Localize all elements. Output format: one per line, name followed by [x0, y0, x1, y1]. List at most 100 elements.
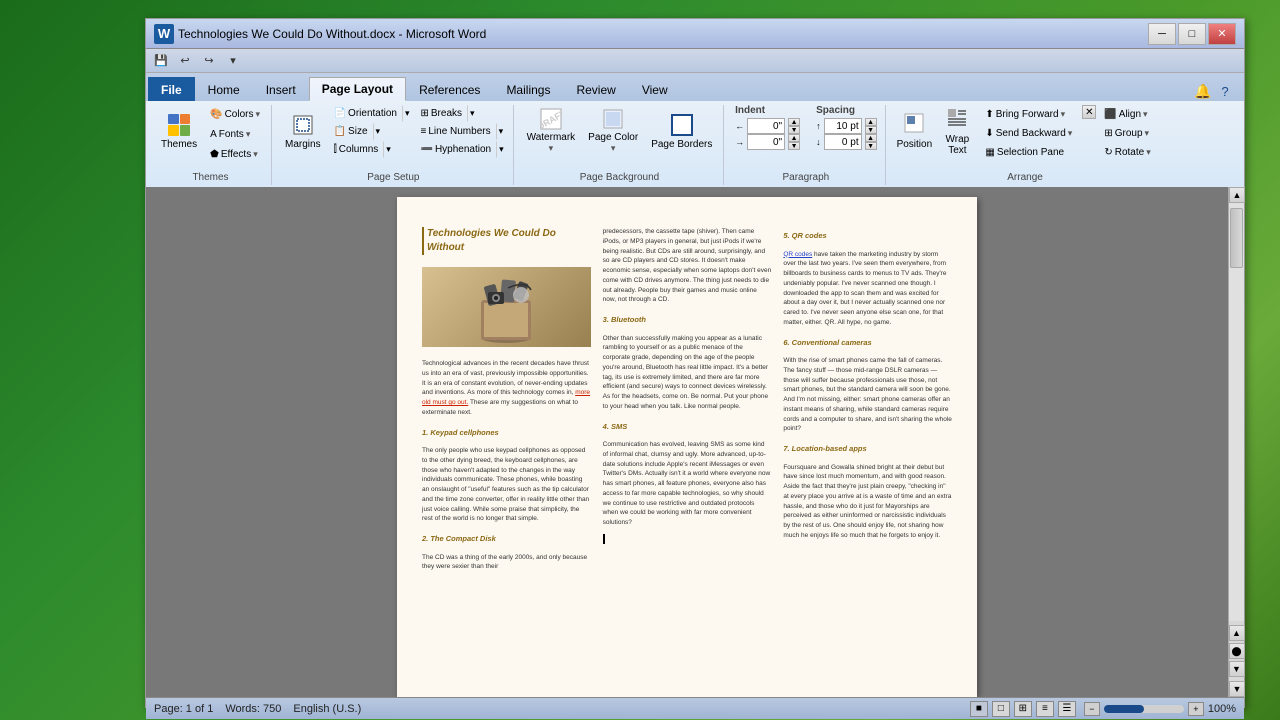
indent-left-input[interactable] [747, 118, 785, 134]
columns-btn-group[interactable]: ⫿ Columns ▾ [329, 141, 413, 158]
redo-qat-button[interactable]: ↪ [198, 51, 220, 71]
orientation-icon: 📄 [334, 108, 346, 119]
line-numbers-button[interactable]: ≡ Line Numbers [416, 123, 496, 140]
send-backward-button[interactable]: ⬇ Send Backward ▾ [980, 124, 1077, 142]
position-button[interactable]: Position [894, 105, 934, 157]
help-button[interactable]: 🔔 [1192, 81, 1214, 101]
section6-text: With the rise of smart phones came the f… [783, 356, 952, 434]
watermark-button[interactable]: DRAFT Watermark ▾ [522, 105, 581, 157]
tab-page-layout[interactable]: Page Layout [309, 77, 406, 101]
draft-btn[interactable]: ☰ [1058, 701, 1076, 717]
line-numbers-btn-group[interactable]: ≡ Line Numbers ▾ [416, 123, 507, 140]
page-setup-group: Margins 📄 Orientation ▾ 📋 Size [274, 105, 514, 185]
full-screen-btn[interactable]: □ [992, 701, 1010, 717]
close-button[interactable]: ✕ [1208, 23, 1236, 45]
intro-text: Technological advances in the recent dec… [422, 359, 591, 418]
spacing-before-icon: ↑ [816, 121, 821, 131]
colors-dropdown-arrow: ▾ [255, 109, 260, 120]
margins-button[interactable]: Margins [280, 105, 326, 157]
spacing-after-input[interactable] [824, 134, 862, 150]
scrollbar-thumb[interactable] [1230, 208, 1243, 268]
arrange-collapse-btn[interactable]: ✕ [1082, 105, 1096, 119]
scrollbar-up-button[interactable]: ▲ [1229, 187, 1245, 203]
save-qat-button[interactable]: 💾 [150, 51, 172, 71]
maximize-button[interactable]: □ [1178, 23, 1206, 45]
columns-dropdown[interactable]: ▾ [383, 141, 394, 158]
scroll-next-page[interactable]: ▼ [1229, 661, 1245, 677]
hyphenation-button[interactable]: ➖ Hyphenation [416, 141, 497, 158]
scroll-prev-page[interactable]: ▲ [1229, 625, 1245, 641]
indent-label: Indent [735, 105, 800, 116]
scrollbar-down-button[interactable]: ▼ [1229, 681, 1245, 697]
tab-references[interactable]: References [406, 77, 493, 101]
indent-right-input[interactable] [747, 134, 785, 150]
hyphenation-btn-group[interactable]: ➖ Hyphenation ▾ [416, 141, 507, 158]
undo-qat-button[interactable]: ↩ [174, 51, 196, 71]
tab-review[interactable]: Review [563, 77, 628, 101]
left-arrow-icon: ← [735, 121, 744, 131]
indent-left-up[interactable]: ▲ [788, 118, 800, 126]
web-layout-btn[interactable]: ⊞ [1014, 701, 1032, 717]
spacing-before-up[interactable]: ▲ [865, 118, 877, 126]
breaks-dropdown[interactable]: ▾ [467, 105, 478, 122]
highlight-more-old: more old must go out. [422, 389, 590, 406]
column-3: 5. QR codes QR codes have taken the mark… [783, 227, 952, 667]
scrollbar-track[interactable] [1229, 203, 1244, 621]
section4-heading: 4. SMS [603, 422, 772, 433]
themes-button[interactable]: Themes [156, 105, 202, 157]
wrap-text-button[interactable]: WrapText [937, 105, 977, 157]
title-bar-controls[interactable]: ─ □ ✕ [1148, 23, 1236, 45]
breaks-btn-group[interactable]: ⊞ Breaks ▾ [416, 105, 507, 122]
indent-left-down[interactable]: ▼ [788, 126, 800, 134]
zoom-in-button[interactable]: + [1188, 702, 1204, 716]
document-page[interactable]: Technologies We Could Do Without [397, 197, 977, 697]
group-button[interactable]: ⊞ Group ▾ [1099, 124, 1155, 142]
orientation-size-col: 📄 Orientation ▾ 📋 Size ▾ [329, 105, 413, 158]
zoom-out-button[interactable]: − [1084, 702, 1100, 716]
breaks-button[interactable]: ⊞ Breaks [416, 105, 468, 122]
tab-insert[interactable]: Insert [253, 77, 309, 101]
page-borders-button[interactable]: Page Borders [646, 105, 717, 157]
tab-view[interactable]: View [629, 77, 681, 101]
bring-forward-button[interactable]: ⬆ Bring Forward ▾ [980, 105, 1077, 123]
print-layout-btn[interactable]: ■ [970, 701, 988, 717]
question-button[interactable]: ? [1214, 81, 1236, 101]
spacing-after-row: ↓ ▲ ▼ [816, 134, 877, 150]
indent-right-down[interactable]: ▼ [788, 142, 800, 150]
section3-text: Other than successfully making you appea… [603, 334, 772, 412]
page-color-button[interactable]: Page Color ▾ [583, 105, 643, 157]
outline-btn[interactable]: ≡ [1036, 701, 1054, 717]
line-numbers-dropdown[interactable]: ▾ [496, 123, 507, 140]
orientation-btn-group[interactable]: 📄 Orientation ▾ [329, 105, 413, 122]
align-button[interactable]: ⬛ Align ▾ [1099, 105, 1155, 123]
zoom-slider[interactable] [1104, 705, 1184, 713]
section2-text-partial: The CD was a thing of the early 2000s, a… [422, 553, 591, 573]
theme-fonts-button[interactable]: A Fonts ▾ [205, 125, 265, 143]
size-btn-group[interactable]: 📋 Size ▾ [329, 123, 413, 140]
rotate-button[interactable]: ↻ Rotate ▾ [1099, 143, 1155, 161]
vertical-scrollbar[interactable]: ▲ ▲ ⬤ ▼ ▼ [1228, 187, 1244, 697]
tab-home[interactable]: Home [195, 77, 253, 101]
columns-button[interactable]: ⫿ Columns [329, 141, 384, 158]
spacing-after-up[interactable]: ▲ [865, 134, 877, 142]
theme-colors-button[interactable]: 🎨 Colors ▾ [205, 105, 265, 123]
tab-file[interactable]: File [148, 77, 195, 101]
spacing-after-down[interactable]: ▼ [865, 142, 877, 150]
spacing-before-input[interactable] [824, 118, 862, 134]
hyphenation-dropdown[interactable]: ▾ [496, 141, 507, 158]
orientation-button[interactable]: 📄 Orientation [329, 105, 402, 122]
theme-effects-button[interactable]: ⬟ Effects ▾ [205, 145, 265, 163]
size-dropdown[interactable]: ▾ [373, 123, 384, 140]
selection-pane-button[interactable]: ▦ Selection Pane [980, 143, 1077, 161]
minimize-button[interactable]: ─ [1148, 23, 1176, 45]
qat-dropdown-button[interactable]: ▾ [222, 51, 244, 71]
size-button[interactable]: 📋 Size [329, 123, 373, 140]
spacing-after-icon: ↓ [816, 137, 821, 147]
select-browse-btn[interactable]: ⬤ [1229, 643, 1245, 659]
orientation-dropdown[interactable]: ▾ [402, 105, 413, 122]
wrap-text-icon [946, 107, 968, 132]
tab-mailings[interactable]: Mailings [493, 77, 563, 101]
collapse-icon[interactable]: ✕ [1082, 105, 1096, 119]
indent-right-up[interactable]: ▲ [788, 134, 800, 142]
spacing-before-down[interactable]: ▼ [865, 126, 877, 134]
